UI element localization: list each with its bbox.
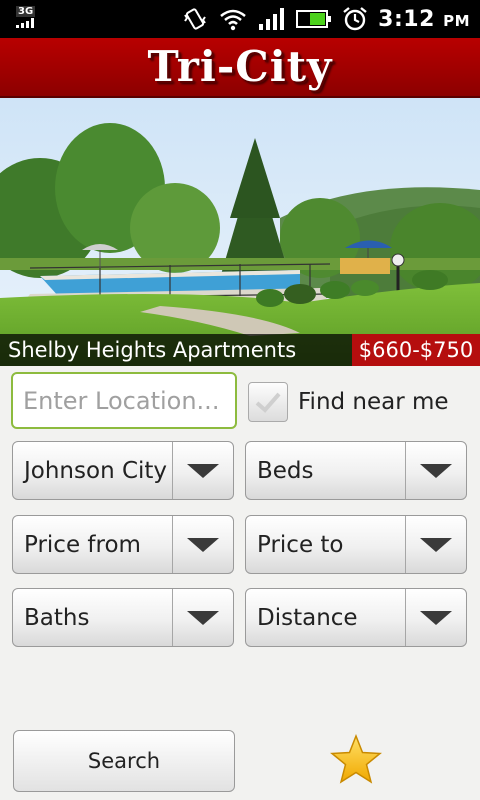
app-header: Tri-City: [0, 38, 480, 98]
chevron-down-icon: [187, 610, 219, 625]
listing-price: $660-$750: [352, 334, 480, 366]
chevron-down-icon: [187, 463, 219, 478]
find-near-me-checkbox[interactable]: [248, 382, 288, 422]
battery-icon: [296, 10, 332, 28]
clock: 3:12 PM: [378, 7, 470, 32]
price-to-value: Price to: [257, 531, 344, 558]
find-near-me-toggle[interactable]: Find near me: [248, 382, 449, 422]
baths-dropdown[interactable]: Baths: [12, 588, 234, 647]
beds-value: Beds: [257, 457, 314, 484]
clock-time: 3:12: [378, 6, 435, 32]
network-type-label: 3G: [16, 6, 36, 17]
app-logo: Tri-City: [147, 42, 333, 91]
chevron-down-icon: [420, 463, 452, 478]
status-bar: 3G 3:12 PM: [0, 0, 480, 38]
chevron-down-icon: [420, 537, 452, 552]
star-icon[interactable]: [330, 734, 382, 786]
clock-ampm: PM: [443, 11, 470, 30]
network-3g-icon: 3G: [16, 6, 38, 28]
listing-name: Shelby Heights Apartments: [0, 334, 352, 366]
price-from-value: Price from: [24, 531, 141, 558]
vibrate-icon: [184, 8, 207, 30]
beds-dropdown[interactable]: Beds: [245, 441, 467, 500]
baths-value: Baths: [24, 604, 90, 631]
price-to-dropdown[interactable]: Price to: [245, 515, 467, 574]
distance-dropdown[interactable]: Distance: [245, 588, 467, 647]
listing-photo[interactable]: Shelby Heights Apartments $660-$750: [0, 98, 480, 366]
wifi-icon: [220, 9, 246, 31]
city-value: Johnson City: [24, 457, 168, 484]
apartment-pool-photo: [0, 98, 480, 366]
search-button[interactable]: Search: [13, 730, 235, 792]
checkmark-icon: [255, 392, 281, 413]
price-from-dropdown[interactable]: Price from: [12, 515, 234, 574]
distance-value: Distance: [257, 604, 358, 631]
signal-icon: [259, 8, 285, 30]
location-input[interactable]: [11, 372, 237, 429]
chevron-down-icon: [420, 610, 452, 625]
alarm-icon: [343, 7, 367, 31]
find-near-me-label: Find near me: [298, 389, 449, 415]
chevron-down-icon: [187, 537, 219, 552]
city-dropdown[interactable]: Johnson City: [12, 441, 234, 500]
